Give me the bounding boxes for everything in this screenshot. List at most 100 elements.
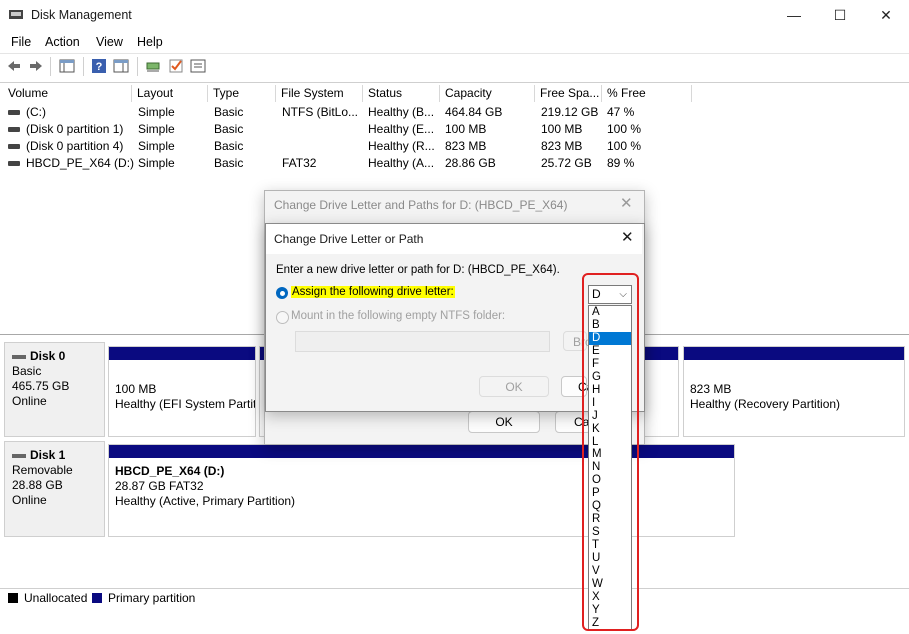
cell-capacity: 464.84 GB <box>445 105 503 119</box>
cell-layout: Simple <box>138 156 175 170</box>
disk-1-size: 28.88 GB <box>12 478 63 492</box>
cell-status: Healthy (R... <box>368 139 435 153</box>
close-button[interactable]: ✕ <box>863 0 909 31</box>
disk-1-label[interactable]: Disk 1 Removable 28.88 GB Online <box>4 441 105 537</box>
cell-percent-free: 89 % <box>607 156 635 170</box>
menu-view[interactable]: View <box>96 35 123 49</box>
cell-free-space: 219.12 GB <box>541 105 599 119</box>
connect-icon[interactable] <box>145 58 161 74</box>
drive-paths-ok-button[interactable]: OK <box>468 411 540 433</box>
assign-letter-radio[interactable] <box>276 287 288 299</box>
partition-recovery[interactable]: 823 MB Healthy (Recovery Partition) <box>683 346 905 437</box>
column-header-free-space[interactable]: Free Spa... <box>535 85 602 102</box>
partition-status: Healthy (EFI System Partit <box>115 397 255 411</box>
toolbar-separator <box>50 57 51 76</box>
partition-size: 823 MB <box>690 382 732 396</box>
disk-0-name: Disk 0 <box>30 349 66 363</box>
properties-icon[interactable] <box>190 58 206 74</box>
toolbar-separator <box>137 57 138 76</box>
window-title: Disk Management <box>31 8 132 22</box>
cell-percent-free: 100 % <box>607 139 642 153</box>
cell-percent-free: 47 % <box>607 105 635 119</box>
disk-icon <box>12 453 26 458</box>
console-tree-icon[interactable] <box>59 58 75 74</box>
drive-paths-dialog-title: Change Drive Letter and Paths for D: (HB… <box>274 198 568 212</box>
partition-status: Healthy (Recovery Partition) <box>690 397 841 411</box>
partition-efi[interactable]: 100 MB Healthy (EFI System Partit <box>108 346 256 437</box>
column-header-file-system[interactable]: File System <box>276 85 363 102</box>
disk-0-state: Online <box>12 394 47 408</box>
change-letter-ok-button[interactable]: OK <box>479 376 549 397</box>
cell-volume: (Disk 0 partition 1) <box>26 122 124 136</box>
cell-volume: (C:) <box>26 105 46 119</box>
check-icon[interactable] <box>168 58 184 74</box>
maximize-button[interactable]: ☐ <box>817 0 863 31</box>
cell-free-space: 25.72 GB <box>541 156 592 170</box>
partition-size: 28.87 GB FAT32 <box>115 479 204 493</box>
cell-type: Basic <box>214 105 244 119</box>
column-header-type[interactable]: Type <box>208 85 276 102</box>
disk-icon <box>12 354 26 359</box>
primary-partition-bar <box>109 347 255 360</box>
cell-layout: Simple <box>138 122 175 136</box>
primary-partition-bar <box>109 445 734 458</box>
help-icon[interactable]: ? <box>91 58 107 74</box>
legend-primary-partition: Primary partition <box>108 591 196 605</box>
change-letter-dialog-title: Change Drive Letter or Path <box>274 232 424 246</box>
unallocated-swatch <box>8 593 18 603</box>
column-header-volume[interactable]: Volume <box>3 85 132 102</box>
column-header-percent-free[interactable]: % Free <box>602 85 692 102</box>
cell-type: Basic <box>214 122 244 136</box>
partition-size: 100 MB <box>115 382 157 396</box>
forward-arrow-icon[interactable] <box>28 58 44 74</box>
svg-text:?: ? <box>96 61 103 73</box>
change-letter-close-icon[interactable]: ✕ <box>621 228 634 246</box>
cell-layout: Simple <box>138 139 175 153</box>
column-header-layout[interactable]: Layout <box>132 85 208 102</box>
column-header-capacity[interactable]: Capacity <box>440 85 535 102</box>
cell-type: Basic <box>214 156 244 170</box>
change-letter-prompt: Enter a new drive letter or path for D: … <box>276 264 560 276</box>
primary-partition-swatch <box>92 593 102 603</box>
cell-layout: Simple <box>138 105 175 119</box>
menu-help[interactable]: Help <box>137 35 163 49</box>
volume-icon <box>8 161 20 166</box>
cell-free-space: 100 MB <box>541 122 583 136</box>
cell-file-system: FAT32 <box>282 156 317 170</box>
back-arrow-icon[interactable] <box>6 58 22 74</box>
volume-icon <box>8 144 20 149</box>
cell-capacity: 28.86 GB <box>445 156 496 170</box>
mount-folder-label[interactable]: Mount in the following empty NTFS folder… <box>291 310 505 322</box>
disk-1-name: Disk 1 <box>30 448 66 462</box>
cell-status: Healthy (E... <box>368 122 435 136</box>
mount-folder-radio[interactable] <box>276 311 289 324</box>
volume-icon <box>8 127 20 132</box>
cell-volume: (Disk 0 partition 4) <box>26 139 124 153</box>
minimize-button[interactable]: — <box>771 0 817 31</box>
toolbar-separator <box>83 57 84 76</box>
mount-folder-path-input[interactable] <box>295 331 550 352</box>
legend-unallocated: Unallocated <box>24 591 88 605</box>
disk-0-size: 465.75 GB <box>12 379 70 393</box>
disk-0-kind: Basic <box>12 364 42 378</box>
volume-icon <box>8 110 20 115</box>
cell-capacity: 823 MB <box>445 139 487 153</box>
cell-free-space: 823 MB <box>541 139 583 153</box>
menu-file[interactable]: File <box>11 35 31 49</box>
disk-management-icon <box>9 9 23 21</box>
cell-capacity: 100 MB <box>445 122 487 136</box>
column-header-status[interactable]: Status <box>363 85 440 102</box>
partition-hbcd[interactable]: HBCD_PE_X64 (D:) 28.87 GB FAT32 Healthy … <box>108 444 735 537</box>
cell-status: Healthy (A... <box>368 156 435 170</box>
cell-status: Healthy (B... <box>368 105 435 119</box>
disk-1-state: Online <box>12 493 47 507</box>
partition-status: Healthy (Active, Primary Partition) <box>115 494 296 508</box>
partition-name: HBCD_PE_X64 (D:) <box>115 464 225 478</box>
disk-0-label[interactable]: Disk 0 Basic 465.75 GB Online <box>4 342 105 437</box>
drive-paths-close-icon[interactable]: ✕ <box>620 194 633 212</box>
cell-file-system: NTFS (BitLo... <box>282 105 359 119</box>
action-pane-icon[interactable] <box>113 58 129 74</box>
menu-action[interactable]: Action <box>45 35 80 49</box>
highlight-outline <box>582 273 639 631</box>
assign-letter-label[interactable]: Assign the following drive letter: <box>291 286 455 298</box>
